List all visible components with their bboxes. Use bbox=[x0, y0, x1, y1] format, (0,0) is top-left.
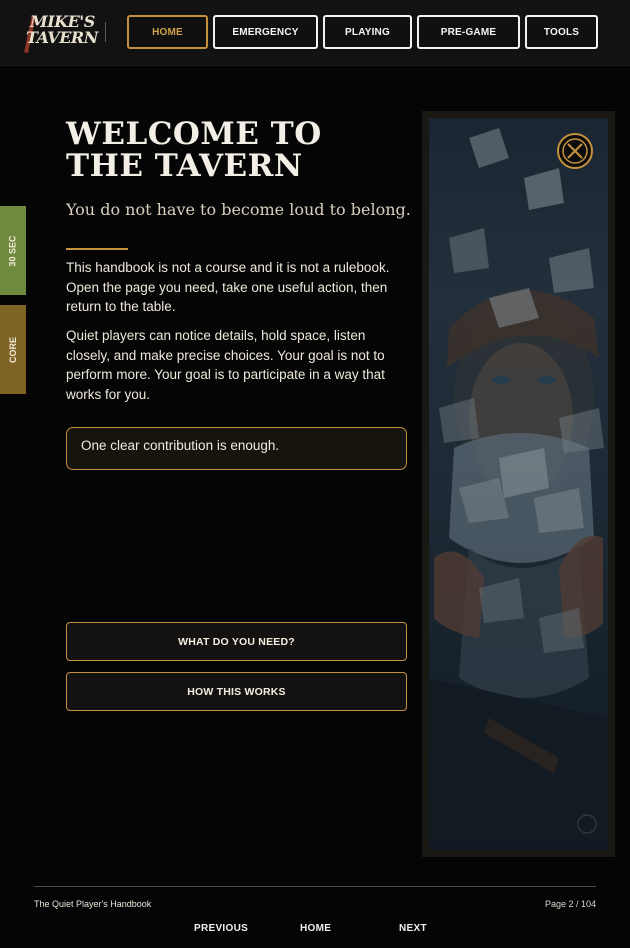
callout-box: One clear contribution is enough. bbox=[66, 427, 407, 470]
footer-page-indicator: Page 2 / 104 bbox=[545, 899, 597, 909]
logo-line-2: TAVERN bbox=[26, 28, 98, 47]
next-page-button[interactable]: NEXT bbox=[399, 923, 427, 934]
nav-pregame-button[interactable]: PRE-GAME bbox=[417, 15, 520, 49]
logo-divider bbox=[105, 22, 106, 42]
quiet-players-paragraph: Quiet players can notice details, hold s… bbox=[66, 328, 385, 402]
page-title: WELCOME TO THE TAVERN bbox=[66, 116, 322, 184]
side-tab-30-sec[interactable]: 30 SEC bbox=[0, 206, 26, 295]
hooded-figure-artwork bbox=[429, 118, 608, 850]
side-tab-core-label: CORE bbox=[8, 336, 19, 363]
nav-tools-button[interactable]: TOOLS bbox=[525, 15, 598, 49]
accent-divider bbox=[66, 248, 128, 250]
footer-home-button[interactable]: HOME bbox=[300, 923, 331, 934]
what-do-you-need-button[interactable]: WHAT DO YOU NEED? bbox=[66, 622, 407, 661]
nav-playing-button[interactable]: PLAYING bbox=[323, 15, 412, 49]
footer-handbook-title: The Quiet Player's Handbook bbox=[34, 899, 152, 909]
footer-divider bbox=[34, 886, 596, 887]
page-subtitle: You do not have to become loud to belong… bbox=[66, 200, 411, 219]
top-navigation-bar: MIKE'S TAVERN HOME EMERGENCY PLAYING PRE… bbox=[0, 0, 630, 66]
side-tab-core[interactable]: CORE bbox=[0, 305, 26, 394]
close-button[interactable] bbox=[557, 133, 593, 169]
tavern-logo[interactable]: MIKE'S TAVERN bbox=[24, 11, 98, 54]
intro-paragraph: This handbook is not a course and it is … bbox=[66, 260, 390, 314]
nav-emergency-button[interactable]: EMERGENCY bbox=[213, 15, 318, 49]
nav-home-button[interactable]: HOME bbox=[127, 15, 208, 49]
previous-page-button[interactable]: PREVIOUS bbox=[194, 923, 248, 934]
close-icon bbox=[562, 138, 588, 164]
how-this-works-button[interactable]: HOW THIS WORKS bbox=[66, 672, 407, 711]
side-tab-30-sec-label: 30 SEC bbox=[8, 234, 18, 267]
